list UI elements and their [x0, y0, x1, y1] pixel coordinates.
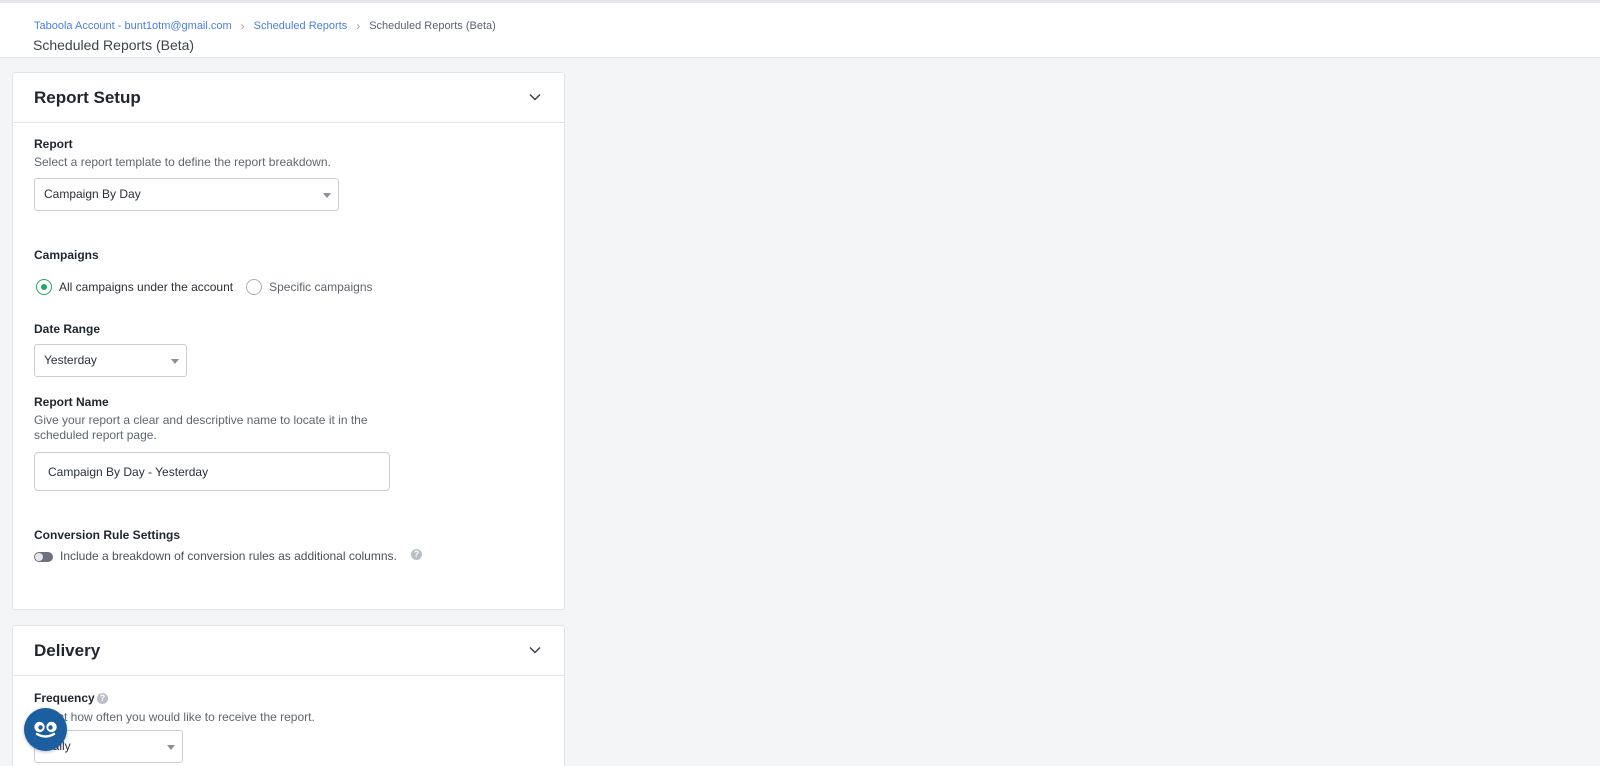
- date-range-select[interactable]: Yesterday: [34, 344, 187, 377]
- radio-all-campaigns[interactable]: [36, 279, 52, 295]
- breadcrumb-separator-icon: ›: [356, 19, 361, 33]
- chat-bot-icon: [34, 721, 57, 738]
- radio-specific-campaigns-label[interactable]: Specific campaigns: [269, 280, 372, 294]
- date-range-value: Yesterday: [44, 353, 97, 367]
- chat-assistant-button[interactable]: [24, 708, 67, 751]
- page-header: Taboola Account - bunt1otm@gmail.com › S…: [0, 3, 1600, 58]
- report-description: Select a report template to define the r…: [34, 155, 331, 169]
- chevron-down-icon[interactable]: [528, 90, 542, 104]
- date-range-label: Date Range: [34, 322, 101, 336]
- help-icon[interactable]: ?: [97, 693, 108, 704]
- conversion-rule-toggle[interactable]: [34, 552, 53, 562]
- breadcrumb-scheduled-reports-link[interactable]: Scheduled Reports: [254, 20, 348, 32]
- breadcrumb: Taboola Account - bunt1otm@gmail.com › S…: [34, 19, 496, 33]
- caret-down-icon: [167, 745, 175, 750]
- report-template-value: Campaign By Day: [44, 187, 141, 201]
- radio-all-campaigns-label[interactable]: All campaigns under the account: [59, 280, 233, 294]
- campaigns-label: Campaigns: [34, 248, 99, 262]
- report-setup-card: Report Setup Report Select a report temp…: [12, 72, 565, 610]
- help-icon[interactable]: ?: [411, 549, 422, 560]
- delivery-header[interactable]: Delivery: [13, 626, 564, 676]
- breadcrumb-current: Scheduled Reports (Beta): [369, 20, 496, 32]
- report-label: Report: [34, 137, 73, 151]
- report-name-description-line2: scheduled report page.: [34, 428, 157, 442]
- conversion-rule-toggle-text: Include a breakdown of conversion rules …: [60, 549, 397, 563]
- chevron-down-icon[interactable]: [528, 643, 542, 657]
- radio-specific-campaigns[interactable]: [246, 279, 263, 295]
- breadcrumb-account-link[interactable]: Taboola Account - bunt1otm@gmail.com: [34, 20, 232, 32]
- report-name-label: Report Name: [34, 395, 109, 409]
- report-name-input[interactable]: [34, 452, 390, 491]
- delivery-title: Delivery: [34, 641, 101, 660]
- conversion-rule-label: Conversion Rule Settings: [34, 528, 181, 542]
- report-name-description-line1: Give your report a clear and descriptive…: [34, 413, 368, 427]
- caret-down-icon: [323, 193, 331, 198]
- frequency-description: Select how often you would like to recei…: [34, 710, 315, 724]
- campaigns-radio-group: All campaigns under the account Specific…: [36, 279, 386, 295]
- report-template-select[interactable]: Campaign By Day: [34, 178, 339, 211]
- delivery-card: Delivery Frequency ? Select how often yo…: [12, 625, 565, 766]
- page-title: Scheduled Reports (Beta): [33, 37, 195, 53]
- frequency-label: Frequency: [34, 691, 95, 705]
- report-setup-header[interactable]: Report Setup: [13, 73, 564, 123]
- caret-down-icon: [171, 359, 179, 364]
- breadcrumb-separator-icon: ›: [240, 19, 245, 33]
- report-setup-title: Report Setup: [34, 88, 141, 107]
